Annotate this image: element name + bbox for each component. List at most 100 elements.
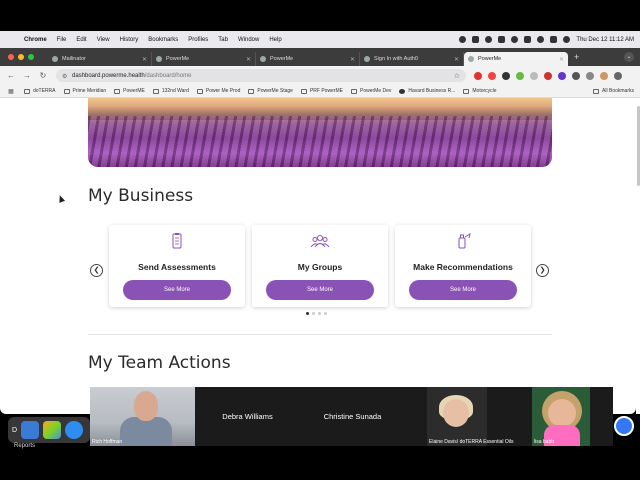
siri-icon[interactable] <box>563 36 571 43</box>
apps-grid-icon[interactable]: ▦ <box>6 88 16 95</box>
reload-icon[interactable]: ↻ <box>38 71 48 80</box>
carousel-dot[interactable] <box>312 312 315 315</box>
menu-window[interactable]: Window <box>238 37 259 43</box>
menu-profiles[interactable]: Profiles <box>188 37 208 43</box>
side-panel-icon[interactable] <box>586 71 594 80</box>
page-scrollbar[interactable] <box>636 98 640 414</box>
browser-tab[interactable]: Sign In with Auth0 ✕ <box>360 52 464 66</box>
extensions-puzzle-icon[interactable] <box>572 71 580 80</box>
menu-edit[interactable]: Edit <box>76 37 86 43</box>
tab-favicon-icon <box>260 56 266 62</box>
status-icon[interactable] <box>472 36 480 43</box>
bookmark-item[interactable]: Motorcycle <box>463 88 497 94</box>
zoom-window-icon[interactable] <box>28 54 34 60</box>
profile-avatar[interactable] <box>600 71 608 80</box>
bookmark-item[interactable]: PowerMe Dev <box>351 88 391 94</box>
video-call-strip: Rich Hoffman Debra Williams Christine Su… <box>90 387 613 446</box>
menu-bookmarks[interactable]: Bookmarks <box>148 37 178 43</box>
bookmark-label: PRF PowerME <box>309 88 343 94</box>
carousel-prev-button[interactable]: ❮ <box>90 264 103 277</box>
launchpad-icon[interactable] <box>43 421 62 439</box>
bookmark-item[interactable]: PowerME <box>114 88 145 94</box>
extension-icon[interactable] <box>502 71 510 80</box>
extension-icon[interactable] <box>516 71 524 80</box>
see-more-button[interactable]: See More <box>409 280 517 300</box>
address-bar[interactable]: ⚙ dashboard.powerme.health/dashboard/hom… <box>56 69 466 82</box>
participant-tile[interactable]: Rich Hoffman <box>90 387 195 446</box>
close-tab-icon[interactable]: ✕ <box>142 56 147 63</box>
browser-tab[interactable]: Mailinator ✕ <box>48 52 152 66</box>
control-center-icon[interactable] <box>550 36 558 43</box>
status-icon[interactable] <box>511 36 519 43</box>
menu-file[interactable]: File <box>57 37 67 43</box>
dock-reports-label: Reports <box>14 443 36 449</box>
menu-help[interactable]: Help <box>269 37 281 43</box>
search-icon[interactable] <box>537 36 545 43</box>
carousel-dot[interactable] <box>318 312 321 315</box>
menu-clock[interactable]: Thu Dec 12 11:12 AM <box>576 37 634 43</box>
status-icon[interactable] <box>498 36 506 43</box>
status-icon[interactable] <box>459 36 467 43</box>
forward-icon[interactable]: → <box>22 71 32 80</box>
participant-tile[interactable]: Christine Sunada <box>300 387 405 446</box>
participant-tile[interactable]: lisa babb <box>532 387 590 446</box>
chat-help-icon[interactable] <box>614 416 634 436</box>
carousel-dot[interactable] <box>306 312 309 315</box>
bookmark-item[interactable]: Prime Meridian <box>63 88 106 94</box>
card-make-recommendations: Make Recommendations See More <box>395 225 531 307</box>
close-window-icon[interactable] <box>8 54 14 60</box>
extension-icon[interactable] <box>474 71 482 80</box>
menu-history[interactable]: History <box>120 37 139 43</box>
browser-tab[interactable]: PowerMe ✕ <box>256 52 360 66</box>
status-icons: Thu Dec 12 11:12 AM <box>459 36 634 43</box>
close-tab-icon[interactable]: ✕ <box>350 56 355 63</box>
close-tab-icon[interactable]: ✕ <box>559 56 564 63</box>
back-icon[interactable]: ← <box>6 71 16 80</box>
menu-tab[interactable]: Tab <box>218 37 228 43</box>
extension-icon[interactable] <box>558 71 566 80</box>
new-tab-icon[interactable]: + <box>574 52 579 62</box>
carousel-pagination <box>306 312 327 315</box>
tab-search-icon[interactable]: ⌄ <box>624 52 634 62</box>
bookmark-item[interactable]: Havard Business R... <box>399 88 455 94</box>
bookmark-item[interactable]: PowerMe Stage <box>248 88 293 94</box>
bookmark-item[interactable]: PRF PowerME <box>300 88 343 94</box>
wifi-icon[interactable] <box>524 36 532 43</box>
status-icon[interactable] <box>485 36 493 43</box>
site-info-icon[interactable]: ⚙ <box>62 73 68 80</box>
tab-title: PowerMe <box>166 56 190 62</box>
bookmark-label: Motorcycle <box>472 88 497 94</box>
bookmark-label: PowerME <box>123 88 145 94</box>
bookmark-item[interactable]: 132nd Ward <box>152 88 189 94</box>
all-bookmarks[interactable]: All Bookmarks <box>593 88 634 94</box>
bookmark-item[interactable]: Power Me Prod <box>196 88 241 94</box>
tab-title: Mailinator <box>62 56 86 62</box>
finder-icon[interactable] <box>21 421 40 439</box>
carousel-dot[interactable] <box>324 312 327 315</box>
extension-icon[interactable] <box>530 71 538 80</box>
close-tab-icon[interactable]: ✕ <box>454 56 459 63</box>
bookmark-label: Power Me Prod <box>205 88 241 94</box>
browser-tab[interactable]: PowerMe ✕ <box>152 52 256 66</box>
browser-tab-active[interactable]: PowerMe ✕ <box>464 52 568 66</box>
tab-favicon-icon <box>468 56 474 62</box>
extension-icon[interactable] <box>544 71 552 80</box>
participant-name: Debra Williams <box>222 412 273 421</box>
see-more-button[interactable]: See More <box>266 280 374 300</box>
participant-tile[interactable]: Elaine Davis/ doTERRA Essential Oils <box>427 387 513 446</box>
participant-tile[interactable]: Debra Williams <box>195 387 300 446</box>
menu-app-name[interactable]: Chrome <box>24 37 47 43</box>
safari-icon[interactable] <box>65 421 84 439</box>
chrome-menu-icon[interactable] <box>614 71 622 80</box>
minimize-window-icon[interactable] <box>18 54 24 60</box>
see-more-button[interactable]: See More <box>123 280 231 300</box>
folder-icon <box>114 88 121 94</box>
bookmark-star-icon[interactable]: ☆ <box>454 72 460 80</box>
menu-view[interactable]: View <box>97 37 110 43</box>
carousel-next-button[interactable]: ❯ <box>536 264 549 277</box>
extension-icon[interactable] <box>488 71 496 80</box>
bookmark-label: 132nd Ward <box>161 88 189 94</box>
close-tab-icon[interactable]: ✕ <box>246 56 251 63</box>
bookmark-item[interactable]: doTERRA <box>24 88 56 94</box>
bookmark-label: Havard Business R... <box>408 88 456 94</box>
